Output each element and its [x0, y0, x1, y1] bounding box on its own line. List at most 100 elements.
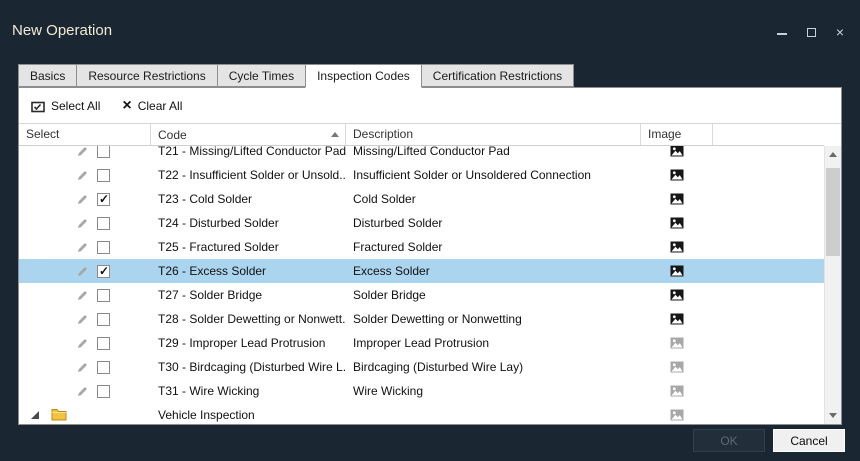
row-checkbox[interactable]: [97, 169, 110, 182]
description-cell: Disturbed Solder: [346, 216, 641, 230]
column-header-code[interactable]: Code: [151, 124, 346, 145]
scroll-down-button[interactable]: [825, 407, 841, 424]
image-icon: [670, 385, 684, 397]
ok-button[interactable]: OK: [693, 429, 765, 452]
table-row[interactable]: T26 - Excess Solder Excess Solder: [19, 259, 824, 283]
sort-ascending-icon: [331, 132, 339, 137]
description-cell: Wire Wicking: [346, 384, 641, 398]
table-row[interactable]: T28 - Solder Dewetting or Nonwett... Sol…: [19, 307, 824, 331]
maximize-button[interactable]: [807, 26, 816, 37]
code-cell: T27 - Solder Bridge: [151, 288, 346, 302]
scrollbar-thumb[interactable]: [826, 168, 840, 256]
vertical-scrollbar[interactable]: [824, 146, 841, 424]
group-label: Vehicle Inspection: [158, 408, 255, 422]
tab-certification-restrictions[interactable]: Certification Restrictions: [421, 64, 574, 87]
edit-pencil-icon: [76, 193, 89, 206]
image-cell: [641, 313, 713, 325]
cancel-button[interactable]: Cancel: [773, 429, 845, 452]
select-all-button[interactable]: Select All: [31, 99, 100, 113]
minimize-icon: [777, 33, 787, 35]
row-checkbox[interactable]: [97, 193, 110, 206]
minimize-button[interactable]: [777, 26, 787, 35]
clear-all-button[interactable]: × Clear All: [122, 99, 182, 113]
row-checkbox[interactable]: [97, 361, 110, 374]
image-icon: [670, 313, 684, 325]
row-checkbox[interactable]: [97, 337, 110, 350]
table-row[interactable]: T27 - Solder Bridge Solder Bridge: [19, 283, 824, 307]
table-row[interactable]: T30 - Birdcaging (Disturbed Wire L... Bi…: [19, 355, 824, 379]
clear-all-icon: ×: [122, 99, 131, 113]
description-cell: Birdcaging (Disturbed Wire Lay): [346, 360, 641, 374]
description-cell: Fractured Solder: [346, 240, 641, 254]
table-row[interactable]: T23 - Cold Solder Cold Solder: [19, 187, 824, 211]
row-checkbox[interactable]: [97, 313, 110, 326]
row-checkbox[interactable]: [97, 241, 110, 254]
grid-rows: T21 - Missing/Lifted Conductor Pad Missi…: [19, 146, 824, 424]
code-cell: T22 - Insufficient Solder or Unsold...: [151, 168, 346, 182]
code-cell: T28 - Solder Dewetting or Nonwett...: [151, 312, 346, 326]
code-cell: T25 - Fractured Solder: [151, 240, 346, 254]
tab-basics[interactable]: Basics: [18, 64, 77, 87]
edit-pencil-icon: [76, 146, 89, 158]
row-checkbox[interactable]: [97, 289, 110, 302]
image-icon: [670, 289, 684, 301]
description-cell: Solder Bridge: [346, 288, 641, 302]
image-icon: [670, 217, 684, 229]
column-header-description[interactable]: Description: [346, 124, 641, 145]
row-checkbox[interactable]: [97, 217, 110, 230]
select-cell: [19, 337, 151, 350]
select-all-label: Select All: [51, 99, 100, 113]
edit-pencil-icon: [76, 169, 89, 182]
select-cell: [19, 193, 151, 206]
description-cell: Improper Lead Protrusion: [346, 336, 641, 350]
image-icon: [670, 337, 684, 349]
select-cell: [19, 169, 151, 182]
column-header-select[interactable]: Select: [19, 124, 151, 145]
image-cell: [641, 385, 713, 397]
row-checkbox[interactable]: [97, 265, 110, 278]
code-cell: T23 - Cold Solder: [151, 192, 346, 206]
table-row[interactable]: T25 - Fractured Solder Fractured Solder: [19, 235, 824, 259]
grid-header: Select Code Description Image: [19, 124, 824, 146]
tab-resource-restrictions[interactable]: Resource Restrictions: [76, 64, 217, 87]
row-checkbox[interactable]: [97, 385, 110, 398]
image-icon: [670, 241, 684, 253]
description-cell: Excess Solder: [346, 264, 641, 278]
column-header-image[interactable]: Image: [641, 124, 713, 145]
tab-strip: Basics Resource Restrictions Cycle Times…: [18, 64, 573, 88]
window-controls: ×: [777, 26, 844, 39]
select-cell: [19, 361, 151, 374]
select-all-icon: [31, 100, 45, 112]
maximize-icon: [807, 28, 816, 37]
tab-cycle-times[interactable]: Cycle Times: [217, 64, 306, 87]
description-cell: Missing/Lifted Conductor Pad: [346, 146, 641, 158]
table-row[interactable]: T24 - Disturbed Solder Disturbed Solder: [19, 211, 824, 235]
image-cell: [641, 217, 713, 229]
image-icon: [670, 146, 684, 157]
window-title: New Operation: [12, 22, 112, 39]
edit-pencil-icon: [76, 241, 89, 254]
select-cell: [19, 289, 151, 302]
inspection-codes-panel: Select All × Clear All Select Code Descr…: [18, 87, 842, 425]
close-button[interactable]: ×: [836, 26, 844, 39]
clear-all-label: Clear All: [138, 99, 183, 113]
grid-toolbar: Select All × Clear All: [19, 88, 841, 124]
image-cell: [641, 146, 713, 157]
table-row[interactable]: T31 - Wire Wicking Wire Wicking: [19, 379, 824, 403]
image-cell: [641, 241, 713, 253]
group-expander-icon[interactable]: [31, 411, 39, 419]
tab-inspection-codes[interactable]: Inspection Codes: [305, 64, 422, 88]
table-row[interactable]: T21 - Missing/Lifted Conductor Pad Missi…: [19, 146, 824, 163]
select-cell: [19, 241, 151, 254]
image-cell: [641, 361, 713, 373]
table-row[interactable]: T22 - Insufficient Solder or Unsold... I…: [19, 163, 824, 187]
group-row-vehicle-inspection[interactable]: Vehicle Inspection: [19, 403, 824, 424]
code-cell: T24 - Disturbed Solder: [151, 216, 346, 230]
edit-pencil-icon: [76, 337, 89, 350]
edit-pencil-icon: [76, 265, 89, 278]
scroll-up-button[interactable]: [825, 146, 841, 163]
code-cell: T29 - Improper Lead Protrusion: [151, 336, 346, 350]
scroll-up-icon: [829, 152, 837, 157]
table-row[interactable]: T29 - Improper Lead Protrusion Improper …: [19, 331, 824, 355]
row-checkbox[interactable]: [97, 146, 110, 158]
